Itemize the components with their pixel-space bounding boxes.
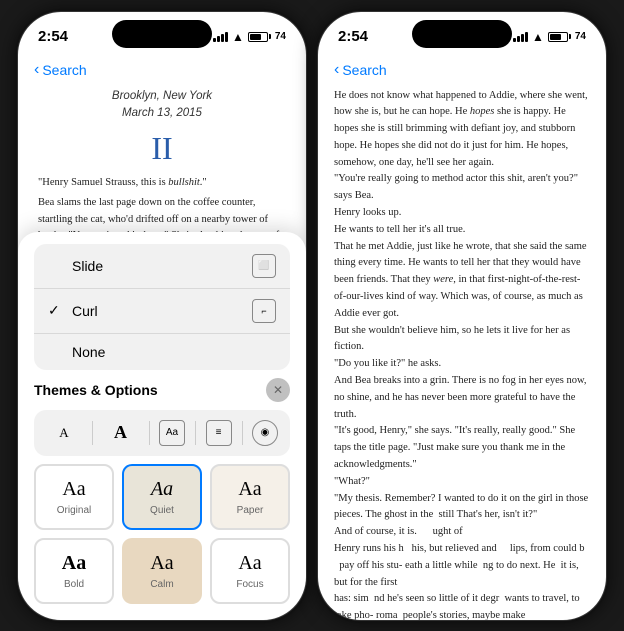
divider-2 — [149, 421, 150, 445]
theme-quiet-aa: Aa — [151, 478, 173, 501]
theme-original-label: Original — [57, 505, 91, 516]
theme-bold-label: Bold — [64, 579, 84, 590]
book-content-right: He does not know what happened to Addie,… — [318, 88, 606, 620]
font-style-button[interactable]: Aa — [159, 420, 185, 446]
theme-bold-card[interactable]: Aa Bold — [34, 538, 114, 604]
battery-right — [548, 32, 571, 42]
back-button-left[interactable]: ‹ Search — [34, 61, 87, 79]
back-label-left: Search — [42, 62, 86, 78]
none-option[interactable]: None — [34, 334, 290, 370]
theme-bold-aa: Aa — [62, 552, 86, 575]
slide-option[interactable]: Slide ⬜ — [34, 244, 290, 289]
nav-bar-right: ‹ Search — [318, 52, 606, 88]
time-right: 2:54 — [338, 28, 368, 45]
curl-icon: ⌐ — [252, 299, 276, 323]
theme-paper-label: Paper — [237, 505, 264, 516]
nav-bar-left: ‹ Search — [18, 52, 306, 88]
time-left: 2:54 — [38, 28, 68, 45]
theme-original-card[interactable]: Aa Original — [34, 464, 114, 530]
theme-quiet-card[interactable]: Aa Quiet — [122, 464, 202, 530]
chapter-number: II — [38, 130, 286, 167]
themes-title: Themes & Options — [34, 382, 158, 398]
dynamic-island-right — [412, 20, 512, 48]
wifi-icon-left: ▲ — [232, 30, 244, 44]
signal-bars-right — [513, 32, 528, 42]
book-location-text: Brooklyn, New YorkMarch 13, 2015 — [112, 90, 212, 119]
battery-pct-right: 74 — [575, 31, 586, 42]
back-button-right[interactable]: ‹ Search — [334, 61, 387, 79]
divider-1 — [92, 421, 93, 445]
left-phone: 2:54 ▲ 74 — [17, 11, 307, 621]
font-decrease-button[interactable]: A — [46, 418, 82, 448]
theme-paper-aa: Aa — [238, 478, 261, 501]
curl-option[interactable]: ✓ Curl ⌐ — [34, 289, 290, 334]
back-label-right: Search — [342, 62, 386, 78]
phones-container: 2:54 ▲ 74 — [17, 11, 607, 621]
theme-calm-aa: Aa — [150, 552, 173, 575]
slide-menu: Slide ⬜ ✓ Curl ⌐ — [34, 244, 290, 370]
divider-4 — [242, 421, 243, 445]
curl-checkmark: ✓ — [48, 302, 64, 319]
theme-quiet-label: Quiet — [150, 505, 174, 516]
font-controls: A A Aa ≡ ◉ — [34, 410, 290, 456]
back-chevron-left: ‹ — [34, 61, 39, 79]
signal-bars-left — [213, 32, 228, 42]
divider-3 — [195, 421, 196, 445]
right-phone: 2:54 ▲ 74 — [317, 11, 607, 621]
wifi-icon-right: ▲ — [532, 30, 544, 44]
content-area-left: Brooklyn, New YorkMarch 13, 2015 II "Hen… — [18, 88, 306, 620]
themes-header: Themes & Options ✕ — [34, 378, 290, 402]
battery-left — [248, 32, 271, 42]
book-location: Brooklyn, New YorkMarch 13, 2015 — [38, 88, 286, 123]
back-chevron-right: ‹ — [334, 61, 339, 79]
slide-label: Slide — [72, 258, 103, 274]
status-icons-left: ▲ 74 — [213, 30, 286, 44]
theme-original-aa: Aa — [62, 478, 85, 501]
curl-label: Curl — [72, 303, 98, 319]
theme-focus-label: Focus — [236, 579, 263, 590]
battery-pct-left: 74 — [275, 31, 286, 42]
content-area-right: He does not know what happened to Addie,… — [318, 88, 606, 620]
overlay-panel: Slide ⬜ ✓ Curl ⌐ — [18, 232, 306, 620]
slide-icon: ⬜ — [252, 254, 276, 278]
theme-grid: Aa Original Aa Quiet Aa Paper Aa — [34, 464, 290, 604]
theme-calm-card[interactable]: Aa Calm — [122, 538, 202, 604]
theme-calm-label: Calm — [150, 579, 173, 590]
theme-paper-card[interactable]: Aa Paper — [210, 464, 290, 530]
none-label: None — [72, 344, 105, 360]
line-spacing-button[interactable]: ≡ — [206, 420, 232, 446]
font-increase-button[interactable]: A — [103, 418, 139, 448]
theme-focus-card[interactable]: Aa Focus — [210, 538, 290, 604]
brightness-button[interactable]: ◉ — [252, 420, 278, 446]
theme-focus-aa: Aa — [238, 552, 261, 575]
dynamic-island — [112, 20, 212, 48]
close-button[interactable]: ✕ — [266, 378, 290, 402]
status-icons-right: ▲ 74 — [513, 30, 586, 44]
